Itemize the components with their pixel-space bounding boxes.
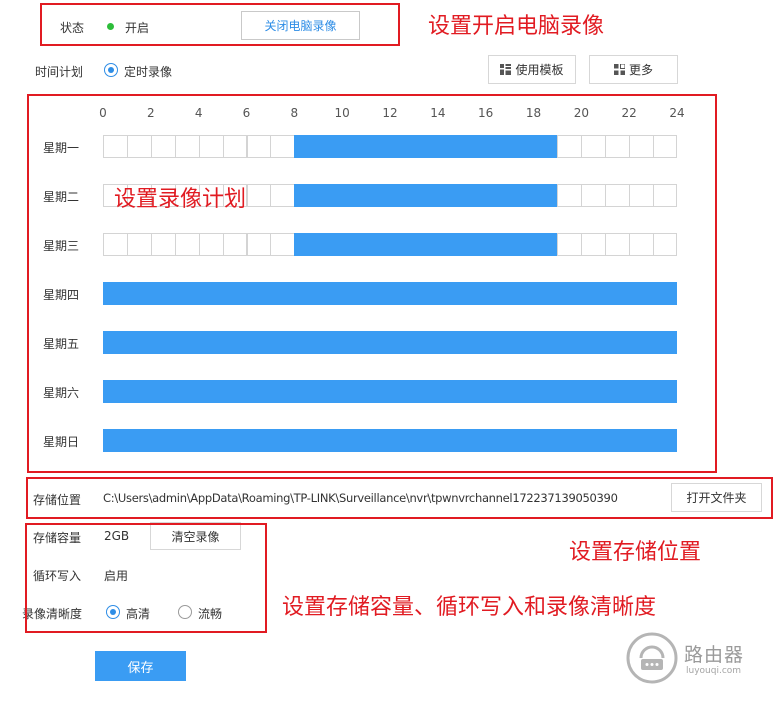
watermark-url: luyouqi.com	[686, 666, 742, 676]
annotation-storage-settings: 设置存储容量、循环写入和录像清晰度	[282, 595, 657, 620]
grid-icon	[500, 64, 512, 75]
annotation-box-schedule	[27, 94, 717, 473]
scheduled-recording-label: 定时录像	[124, 65, 173, 79]
save-button-label: 保存	[127, 660, 154, 676]
schedule-label: 时间计划	[35, 65, 84, 79]
annotation-box-storage-settings	[25, 523, 267, 633]
annotation-box-location	[26, 477, 773, 519]
more-label: 更多	[628, 63, 653, 77]
annotation-enable-recording: 设置开启电脑录像	[428, 14, 605, 39]
squares-icon	[613, 64, 625, 75]
annotation-box-enable	[40, 3, 400, 46]
use-template-button[interactable]: 使用模板	[488, 55, 576, 84]
router-logo-icon	[626, 632, 678, 684]
watermark: 路由器 luyouqi.com	[626, 632, 756, 684]
watermark-text: 路由器	[684, 644, 745, 666]
save-button[interactable]: 保存	[95, 651, 186, 681]
more-button[interactable]: 更多	[589, 55, 678, 84]
scheduled-recording-radio[interactable]	[104, 63, 118, 77]
annotation-storage-location: 设置存储位置	[569, 540, 702, 565]
use-template-label: 使用模板	[515, 63, 564, 77]
annotation-schedule-plan: 设置录像计划	[114, 187, 247, 212]
